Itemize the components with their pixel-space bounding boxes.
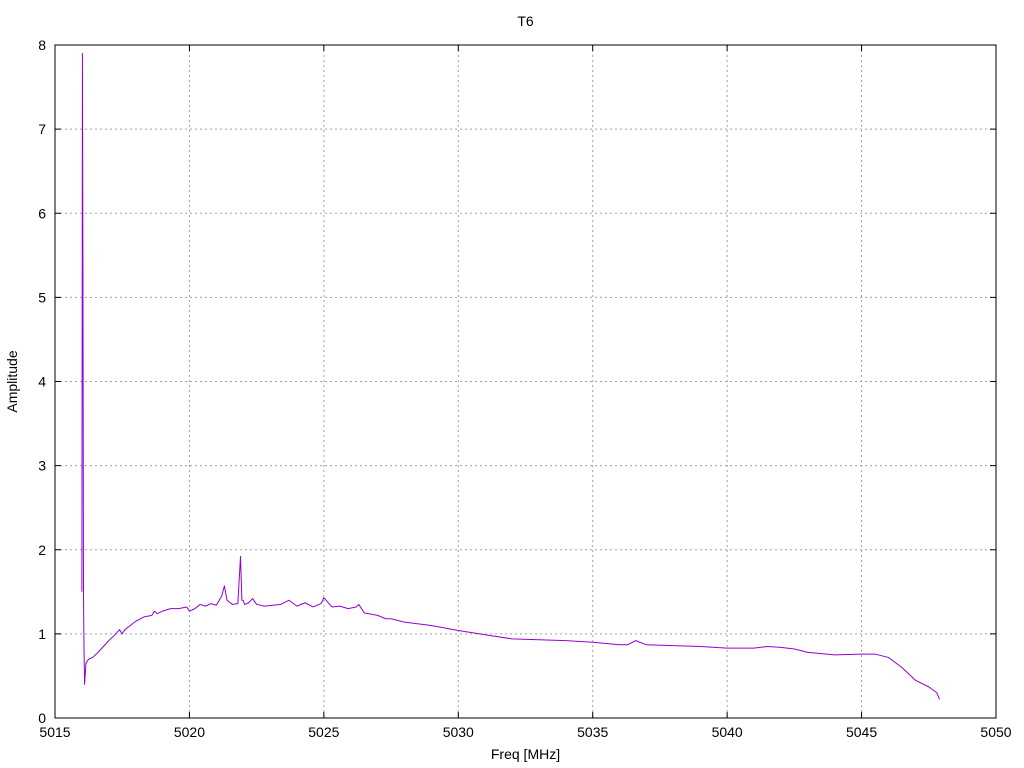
- x-tick-label: 5045: [846, 724, 877, 740]
- y-tick-label: 1: [38, 626, 46, 642]
- chart-title: T6: [517, 13, 534, 29]
- x-tick-label: 5040: [712, 724, 743, 740]
- x-tick-label: 5035: [577, 724, 608, 740]
- x-axis-label: Freq [MHz]: [491, 746, 560, 762]
- x-tick-label: 5025: [308, 724, 339, 740]
- x-tick-label: 5030: [443, 724, 474, 740]
- y-tick-label: 8: [38, 37, 46, 53]
- series-layer: [81, 52, 941, 700]
- y-tick-label: 4: [38, 374, 46, 390]
- x-tick-label: 5020: [174, 724, 205, 740]
- line-chart: T6 Freq [MHz] Amplitude 5015 5020 5025 5030…: [4, 13, 1012, 762]
- y-tick-label: 5: [38, 289, 46, 305]
- x-tick-label: 5015: [39, 724, 70, 740]
- y-tick-label: 6: [38, 205, 46, 221]
- y-axis-label: Amplitude: [4, 350, 20, 412]
- y-tick-label: 3: [38, 458, 46, 474]
- x-tick-label: 5050: [980, 724, 1011, 740]
- y-tick-label: 7: [38, 121, 46, 137]
- series-line: [81, 52, 941, 700]
- grid: [55, 45, 996, 718]
- y-tick-label: 2: [38, 542, 46, 558]
- y-tick-label: 0: [38, 710, 46, 726]
